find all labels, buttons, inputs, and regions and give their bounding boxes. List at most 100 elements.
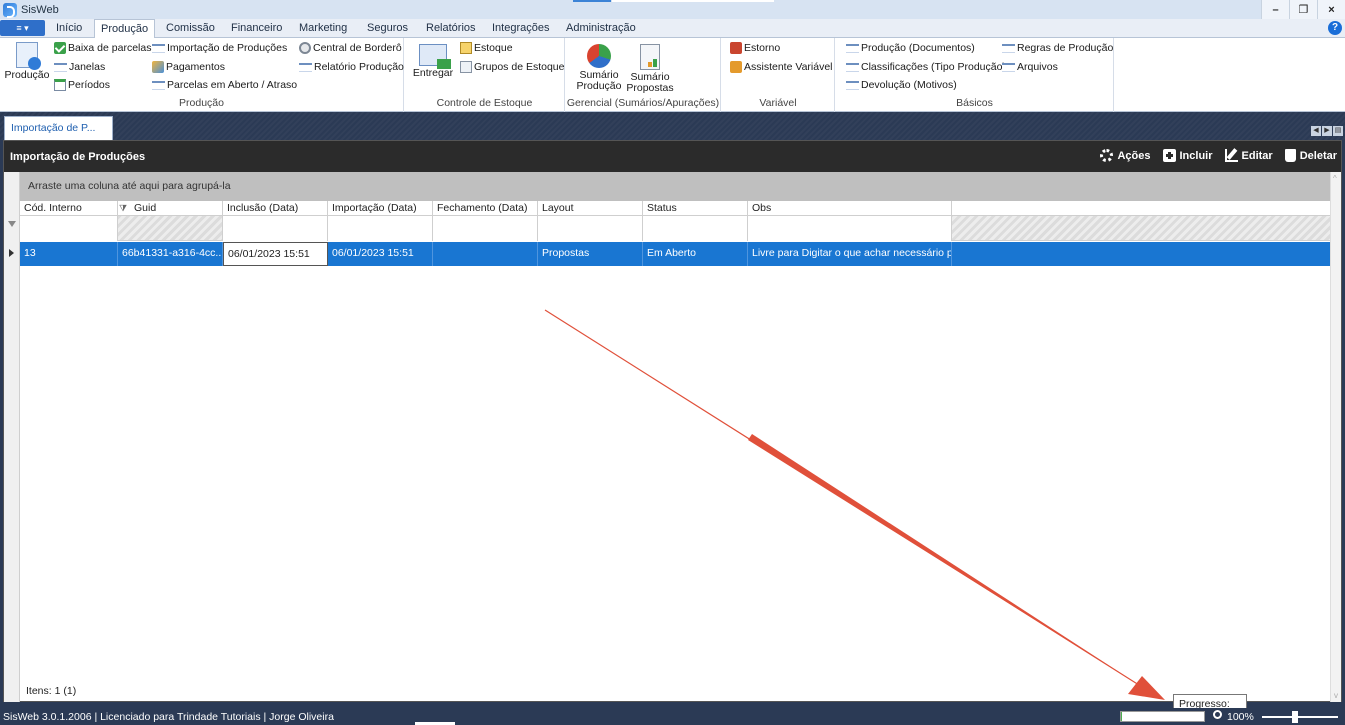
zoom-icon[interactable] [1213,710,1222,719]
classificacoes-button[interactable]: Classificações (Tipo Produção) [846,61,1006,73]
deletar-button[interactable]: Deletar [1284,149,1337,162]
tab-seguros[interactable]: Seguros [367,19,408,38]
zoom-slider[interactable] [1262,716,1338,718]
group-label-estoque: Controle de Estoque [436,97,533,109]
producao-icon [16,42,41,70]
restore-button[interactable]: ❐ [1289,0,1317,19]
relatorio-producao-button[interactable]: Relatório Produção [299,61,404,73]
next-tab-icon[interactable]: ▶ [1322,126,1332,136]
cell-inclusao[interactable]: 06/01/2023 15:51 [223,242,328,266]
col-guid[interactable]: Guid [118,201,223,216]
grupos-estoque-button[interactable]: Grupos de Estoque [460,61,564,73]
tab-integracoes[interactable]: Integrações [492,19,549,38]
help-icon[interactable]: ? [1328,21,1342,35]
tab-producao[interactable]: Produção [94,19,156,39]
pie-chart-icon [587,44,611,68]
filter-obs[interactable] [748,216,952,241]
pagamentos-label: Pagamentos [166,61,225,73]
acoes-label: Ações [1117,149,1151,162]
entregar-button[interactable]: Entregar [411,44,455,79]
filter-fechamento[interactable] [433,216,538,241]
tab-comissao[interactable]: Comissão [166,19,215,38]
col-status[interactable]: Status [643,201,748,216]
tab-relatorios[interactable]: Relatórios [426,19,476,38]
document-icon [460,42,472,54]
sumario-producao-button[interactable]: Sumário Produção [574,44,624,92]
col-cod-interno[interactable]: Cód. Interno [20,201,118,216]
edit-icon [1224,149,1238,162]
tab-financeiro[interactable]: Financeiro [231,19,282,38]
col-fechamento[interactable]: Fechamento (Data) [433,201,538,216]
janelas-button[interactable]: Janelas [54,61,105,73]
group-label-producao: Produção [179,97,224,109]
regras-producao-label: Regras de Produção [1017,42,1114,54]
acoes-button[interactable]: Ações [1100,149,1151,162]
cell-cod[interactable]: 13 [20,242,118,266]
estoque-button[interactable]: Estoque [460,42,513,54]
close-button[interactable]: × [1317,0,1345,19]
vertical-scrollbar[interactable] [1330,172,1341,702]
zoom-slider-thumb[interactable] [1292,711,1298,723]
cell-guid[interactable]: 66b41331-a316-4cc... [118,242,223,266]
calendar-icon [54,79,66,91]
doc-tab-importacao[interactable]: Importação de P... [4,116,113,140]
cell-status[interactable]: Em Aberto [643,242,748,266]
sumario-propostas-label: Sumário Propostas [626,71,674,94]
cell-obs[interactable]: Livre para Digitar o que achar necessári… [748,242,952,266]
producao-documentos-button[interactable]: Produção (Documentos) [846,42,975,54]
pagamentos-button[interactable]: Pagamentos [152,61,225,73]
assistente-variavel-button[interactable]: Assistente Variável [730,61,833,73]
parcelas-aberto-button[interactable]: Parcelas em Aberto / Atraso [152,79,297,91]
group-by-area[interactable]: Arraste uma coluna até aqui para agrupá-… [20,172,1330,201]
prev-tab-icon[interactable]: ◀ [1311,126,1321,136]
filter-funnel-icon[interactable]: ⧩ [119,203,127,214]
trash-icon [1284,149,1296,162]
filter-guid[interactable] [118,216,223,241]
app-menu-button[interactable]: ≡ ▾ [0,20,45,36]
panel-title: Importação de Produções [10,151,146,163]
tab-marketing[interactable]: Marketing [299,19,347,38]
progress-fill [1121,712,1122,721]
producao-big-button[interactable]: Produção [4,42,50,81]
filter-cod[interactable] [20,216,118,241]
devolucao-button[interactable]: Devolução (Motivos) [846,79,957,91]
filter-inclusao[interactable] [223,216,328,241]
cell-importacao[interactable]: 06/01/2023 15:51 [328,242,433,266]
editar-button[interactable]: Editar [1224,149,1273,162]
estorno-icon [730,42,742,54]
col-obs[interactable]: Obs [748,201,952,216]
col-importacao[interactable]: Importação (Data) [328,201,433,216]
minimize-button[interactable]: – [1261,0,1289,19]
window-icon [1002,62,1015,72]
tab-list-icon[interactable]: ▤ [1333,126,1343,136]
report-icon [640,44,660,70]
periodos-button[interactable]: Períodos [54,79,110,91]
incluir-button[interactable]: Incluir [1162,149,1213,162]
central-bordero-label: Central de Borderô [313,42,402,54]
title-accent [573,0,611,2]
filter-status[interactable] [643,216,748,241]
col-inclusao[interactable]: Inclusão (Data) [223,201,328,216]
cell-layout[interactable]: Propostas [538,242,643,266]
group-basicos: Produção (Documentos) Classificações (Ti… [836,38,1114,112]
regras-producao-button[interactable]: Regras de Produção [1002,42,1113,54]
sumario-propostas-button[interactable]: Sumário Propostas [624,44,676,94]
window-icon [54,62,67,72]
table-row[interactable]: 13 66b41331-a316-4cc... 06/01/2023 15:51… [20,242,1330,266]
classificacoes-label: Classificações (Tipo Produção) [861,61,1006,73]
importacao-producoes-label: Importação de Produções [167,42,288,54]
tab-administracao[interactable]: Administração [566,19,636,38]
panel-actions: Ações Incluir Editar Deletar [1100,149,1337,162]
status-bar: SisWeb 3.0.1.2006 | Licenciado para Trin… [0,708,1345,725]
cell-fechamento[interactable] [433,242,538,266]
tab-inicio[interactable]: Início [56,19,82,38]
baixa-parcelas-button[interactable]: Baixa de parcelas [54,42,151,54]
arquivos-button[interactable]: Arquivos [1002,61,1058,73]
col-layout[interactable]: Layout [538,201,643,216]
estorno-button[interactable]: Estorno [730,42,780,54]
central-bordero-button[interactable]: Central de Borderô [299,42,402,54]
periodos-label: Períodos [68,79,111,91]
importacao-producoes-button[interactable]: Importação de Produções [152,42,287,54]
filter-layout[interactable] [538,216,643,241]
filter-importacao[interactable] [328,216,433,241]
